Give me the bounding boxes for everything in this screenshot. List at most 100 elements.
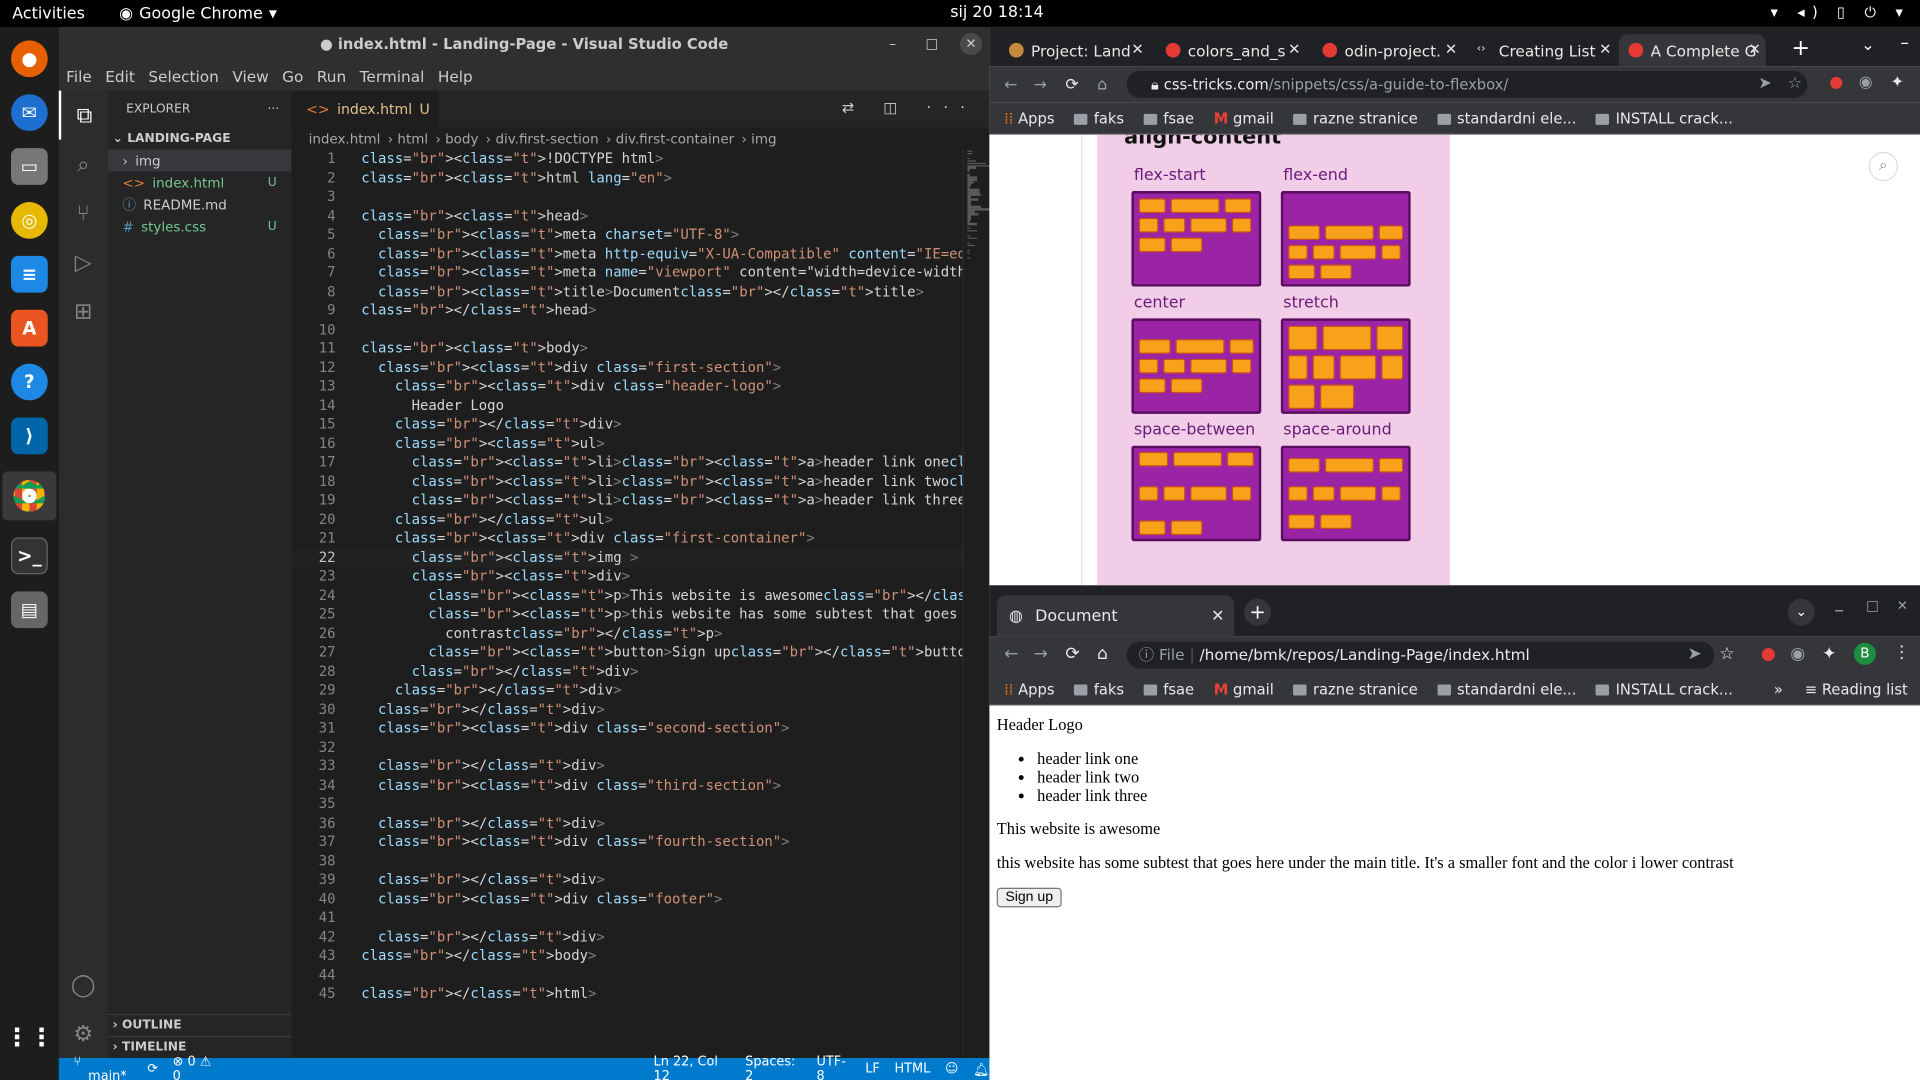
back-button[interactable]: ← xyxy=(1004,75,1017,93)
files-icon[interactable]: ▭ xyxy=(11,148,48,185)
code-line[interactable]: 2 class="br"><class="t">html lang="en"> xyxy=(291,168,962,187)
thunderbird-icon[interactable]: ✉ xyxy=(11,94,48,132)
code-line[interactable]: 45 class="br"></class="t">html> xyxy=(291,984,962,1003)
feedback-icon[interactable]: ☺ xyxy=(945,1062,958,1077)
code-line[interactable]: 38 xyxy=(291,852,962,871)
search-icon[interactable]: ⌕ xyxy=(1868,151,1898,182)
chrome-tab[interactable]: A Complete G ✕ xyxy=(1618,34,1766,67)
code-line[interactable]: 4 class="br"><class="t">head> xyxy=(291,206,962,225)
bookmark-item[interactable]: razne stranice xyxy=(1293,110,1418,127)
chrome-tab[interactable]: colors_and_s ✕ xyxy=(1156,34,1305,66)
menu-help[interactable]: Help xyxy=(438,67,473,85)
code-line[interactable]: 5 class="br"><class="t">meta charset="UT… xyxy=(291,225,962,244)
close-tab-icon[interactable]: ✕ xyxy=(1211,607,1224,625)
menu-go[interactable]: Go xyxy=(282,67,303,85)
code-line[interactable]: 1 class="br"><class="t">!DOCTYPE html> xyxy=(291,149,962,168)
account-icon[interactable]: ◯ xyxy=(59,960,108,1009)
problems-indicator[interactable]: ⊗ 0 ⚠ 0 xyxy=(173,1054,219,1080)
chrome-tab[interactable]: odin-project. ✕ xyxy=(1313,34,1462,66)
tab-document[interactable]: ◍ Document ✕ xyxy=(996,595,1235,637)
code-line[interactable]: 31 class="br"><class="t">div class="seco… xyxy=(291,719,962,738)
chrome-tab[interactable]: ‹› Creating List ✕ xyxy=(1467,34,1616,66)
breadcrumb-item[interactable]: › body xyxy=(435,130,478,146)
extension-icon[interactable]: ◉ xyxy=(1859,73,1873,91)
bookmark-item[interactable]: ⁞⁞ Apps xyxy=(1004,680,1054,697)
breadcrumb-item[interactable]: › div.first-container xyxy=(606,130,734,146)
chrome-tab[interactable]: Project: Land ✕ xyxy=(999,34,1148,66)
explorer-icon[interactable]: ⧉ xyxy=(58,90,108,140)
notifications-icon[interactable]: 🔔︎ xyxy=(973,1061,989,1077)
sync-icon[interactable]: ⟳ xyxy=(147,1062,158,1077)
more-bookmarks-icon[interactable]: » xyxy=(1774,680,1783,697)
new-tab-button[interactable]: + xyxy=(1791,36,1809,62)
extensions-puzzle-icon[interactable]: ✦ xyxy=(1822,644,1836,664)
file-item-styles-css[interactable]: # styles.css U xyxy=(108,216,292,238)
chrome-icon[interactable] xyxy=(2,471,57,521)
code-line[interactable]: 12 class="br"><class="t">div class="firs… xyxy=(291,358,962,377)
menu-file[interactable]: File xyxy=(66,67,92,85)
avatar[interactable]: B xyxy=(1853,642,1876,665)
sign-up-button[interactable]: Sign up xyxy=(996,887,1062,908)
code-line[interactable]: 44 xyxy=(291,966,962,985)
firefox-icon[interactable]: ● xyxy=(11,40,48,78)
minimap[interactable] xyxy=(962,149,990,1058)
menu-view[interactable]: View xyxy=(232,67,268,85)
bookmark-item[interactable]: fsae xyxy=(1143,680,1194,697)
extension-icon[interactable]: ● xyxy=(1761,644,1776,664)
source-control-icon[interactable]: ⑂ xyxy=(59,189,108,238)
code-line[interactable]: 26 contrastclass="br"></class="t">p> xyxy=(291,624,962,643)
code-line[interactable]: 23 class="br"><class="t">div> xyxy=(291,567,962,586)
code-line[interactable]: 24 class="br"><class="t">p>This website … xyxy=(291,586,963,605)
encoding[interactable]: UTF-8 xyxy=(817,1054,851,1080)
bookmark-item[interactable]: ⁞⁞ Apps xyxy=(1004,110,1054,127)
code-line[interactable]: 17 class="br"><class="t">li>class="br"><… xyxy=(291,453,963,472)
code-line[interactable]: 18 class="br"><class="t">li>class="br"><… xyxy=(291,472,963,491)
bookmark-star-icon[interactable]: ☆ xyxy=(1719,644,1734,664)
forward-button[interactable]: → xyxy=(1033,644,1047,664)
bookmark-item[interactable]: M gmail xyxy=(1214,110,1274,127)
bookmark-item[interactable]: faks xyxy=(1074,680,1124,697)
maximize-button[interactable]: □ xyxy=(921,33,943,55)
menu-terminal[interactable]: Terminal xyxy=(360,67,425,85)
help-icon[interactable]: ? xyxy=(11,363,48,401)
breadcrumb-item[interactable]: index.html xyxy=(309,130,381,146)
vscode-icon[interactable]: ⟩ xyxy=(11,417,48,455)
close-window-button[interactable]: ✕ xyxy=(1897,598,1908,614)
file-item-img[interactable]: › img xyxy=(107,149,292,172)
bookmark-item[interactable]: standardni ele... xyxy=(1437,110,1576,127)
code-line[interactable]: 22 class="br"><class="t">img > xyxy=(291,547,963,567)
extensions-icon[interactable]: ⊞ xyxy=(59,287,108,336)
code-line[interactable]: 29 class="br"></class="t">div> xyxy=(291,681,962,700)
bookmark-item[interactable]: faks xyxy=(1074,110,1124,127)
menu-selection[interactable]: Selection xyxy=(148,67,219,85)
system-tray[interactable]: ▾ ◂) ▯ ⏻ ▾ xyxy=(1770,4,1910,22)
bookmark-item[interactable]: razne stranice xyxy=(1293,680,1418,697)
menu-kebab-icon[interactable]: ⋮ xyxy=(1893,643,1910,663)
close-tab-icon[interactable]: ✕ xyxy=(1131,40,1143,57)
code-line[interactable]: 21 class="br"><class="t">div class="firs… xyxy=(291,529,962,548)
indentation[interactable]: Spaces: 2 xyxy=(745,1054,802,1080)
forward-button[interactable]: → xyxy=(1033,75,1046,93)
code-line[interactable]: 37 class="br"><class="t">div class="four… xyxy=(291,833,962,852)
clock[interactable]: sij 20 18:14 xyxy=(950,4,1043,22)
close-tab-icon[interactable]: ✕ xyxy=(1749,40,1761,57)
file-item-index-html[interactable]: <> index.html U xyxy=(108,171,292,193)
eol[interactable]: LF xyxy=(865,1062,880,1077)
menu-edit[interactable]: Edit xyxy=(105,67,135,85)
project-folder[interactable]: ⌄ LANDING-PAGE xyxy=(108,127,292,149)
language-mode[interactable]: HTML xyxy=(894,1062,930,1077)
terminal-icon[interactable]: >_ xyxy=(11,537,48,575)
minimize-button[interactable]: – xyxy=(1900,33,1909,53)
code-line[interactable]: 28 class="br"></class="t">div> xyxy=(291,662,962,681)
more-actions-icon[interactable]: ··· xyxy=(267,102,279,115)
reload-button[interactable]: ⟳ xyxy=(1065,75,1078,93)
reload-button[interactable]: ⟳ xyxy=(1065,644,1079,664)
tab-index-html[interactable]: <> index.html U xyxy=(291,90,439,128)
new-tab-button[interactable]: + xyxy=(1244,598,1272,626)
bookmark-star-icon[interactable]: ☆ xyxy=(1788,75,1802,93)
close-tab-icon[interactable]: ✕ xyxy=(1599,40,1611,57)
tab-search-button[interactable]: ⌄ xyxy=(1861,37,1874,55)
maximize-button[interactable]: □ xyxy=(1866,598,1879,614)
run-debug-icon[interactable]: ▷ xyxy=(59,238,108,287)
branch-indicator[interactable]: ⑂ main* xyxy=(73,1054,132,1080)
